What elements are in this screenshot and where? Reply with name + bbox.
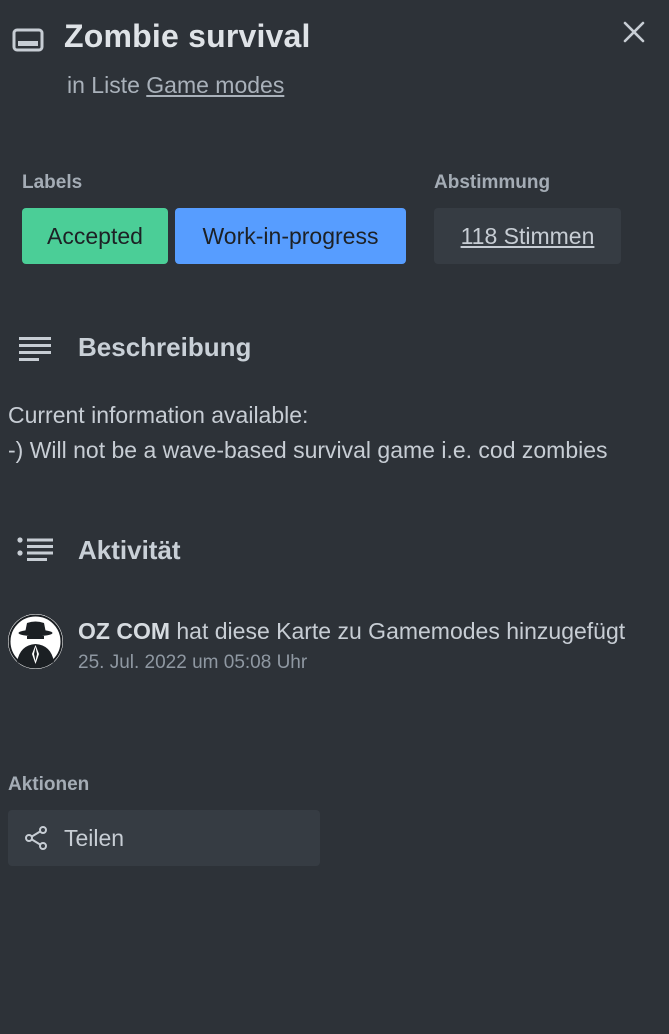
description-line: -) Will not be a wave-based survival gam… — [8, 437, 608, 463]
list-prefix: in Liste — [67, 72, 140, 98]
activity-timestamp[interactable]: 25. Jul. 2022 um 05:08 Uhr — [78, 652, 307, 674]
labels-heading: Labels — [22, 172, 83, 193]
activity-entry: OZ COM hat diese Karte zu Gamemodes hinz… — [78, 618, 625, 645]
description-heading: Beschreibung — [78, 332, 252, 362]
activity-user[interactable]: OZ COM — [78, 618, 170, 644]
activity-action: hat diese Karte zu Gamemodes hinzugefügt — [176, 618, 626, 644]
list-info: in Liste Game modes — [67, 72, 284, 99]
activity-list-icon — [17, 537, 53, 561]
share-button[interactable]: Teilen — [8, 810, 320, 866]
votes-heading: Abstimmung — [434, 172, 551, 193]
description-lines-icon — [19, 337, 51, 361]
activity-heading: Aktivität — [78, 535, 181, 565]
card-title[interactable]: Zombie survival — [64, 18, 311, 55]
list-link[interactable]: Game modes — [146, 72, 284, 98]
avatar[interactable] — [8, 614, 63, 669]
close-icon[interactable] — [620, 18, 648, 46]
share-icon — [25, 826, 47, 850]
description-line: Current information available: — [8, 402, 309, 428]
description-text[interactable]: Current information available: -) Will n… — [8, 398, 608, 468]
spy-avatar-icon — [8, 614, 63, 669]
label-accepted[interactable]: Accepted — [22, 208, 168, 264]
share-label: Teilen — [64, 825, 125, 851]
card-icon — [12, 28, 44, 52]
actions-heading: Aktionen — [8, 774, 90, 795]
votes-button[interactable]: 118 Stimmen — [434, 208, 621, 264]
label-work-in-progress[interactable]: Work-in-progress — [175, 208, 406, 264]
